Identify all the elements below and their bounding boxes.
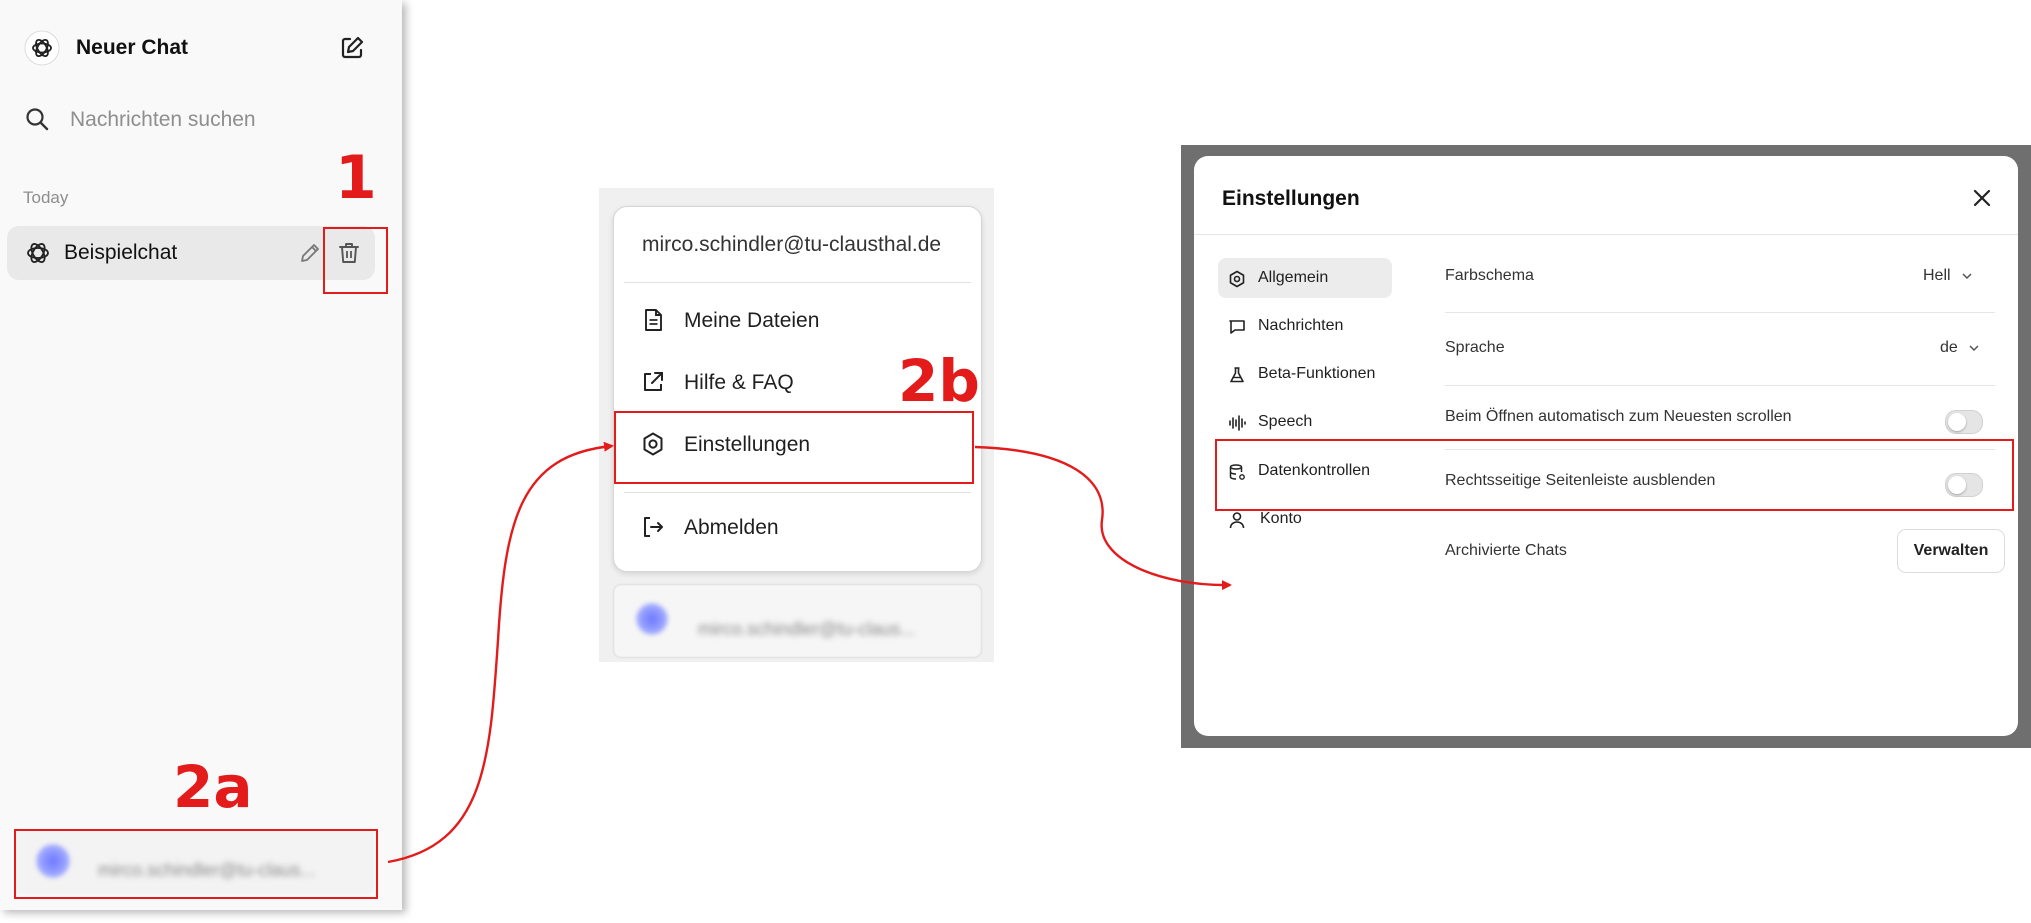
menu-item-files[interactable]: Meine Dateien bbox=[640, 300, 960, 340]
external-link-icon bbox=[644, 372, 663, 391]
arrow-to-menu bbox=[387, 441, 614, 864]
highlight-user-profile bbox=[14, 829, 378, 899]
file-icon bbox=[645, 309, 662, 331]
menu-item-label: Abmelden bbox=[684, 516, 779, 539]
chat-item[interactable]: Beispielchat bbox=[7, 226, 375, 280]
language-select[interactable]: de bbox=[1940, 339, 1980, 357]
nav-item-label: Beta-Funktionen bbox=[1258, 365, 1376, 382]
chevron-down-icon bbox=[1962, 273, 1972, 279]
user-profile-button[interactable]: mirco.schindler@tu-claus... bbox=[613, 584, 982, 658]
setting-divider bbox=[1445, 385, 1995, 386]
toggle-knob bbox=[1948, 413, 1966, 431]
new-chat-title[interactable]: Neuer Chat bbox=[76, 36, 188, 60]
openai-logo-icon bbox=[24, 30, 60, 66]
menu-email: mirco.schindler@tu-clausthal.de bbox=[642, 233, 942, 256]
setting-label-language: Sprache bbox=[1445, 339, 1505, 356]
nav-item-beta[interactable]: Beta-Funktionen bbox=[1218, 354, 1392, 394]
close-icon[interactable] bbox=[1971, 187, 1993, 209]
compose-icon[interactable] bbox=[338, 34, 366, 62]
step-label-2b: 2b bbox=[898, 347, 980, 415]
search-bar[interactable]: Nachrichten suchen bbox=[22, 100, 372, 140]
avatar bbox=[636, 603, 668, 635]
nav-item-messages[interactable]: Nachrichten bbox=[1218, 306, 1392, 346]
menu-item-label: Hilfe & FAQ bbox=[684, 371, 794, 394]
setting-label-archived-chats: Archivierte Chats bbox=[1445, 542, 1567, 559]
nav-item-label: Speech bbox=[1258, 413, 1313, 430]
sidebar-header: Neuer Chat bbox=[20, 26, 380, 70]
audio-wave-icon bbox=[1229, 415, 1246, 431]
search-icon bbox=[26, 108, 49, 131]
manage-archived-button[interactable]: Verwalten bbox=[1897, 529, 2005, 573]
menu-item-logout[interactable]: Abmelden bbox=[640, 507, 960, 547]
chat-item-label: Beispielchat bbox=[64, 241, 178, 264]
language-value: de bbox=[1940, 339, 1958, 356]
nav-item-speech[interactable]: Speech bbox=[1218, 402, 1392, 442]
menu-divider bbox=[624, 492, 971, 493]
step-label-1: 1 bbox=[335, 143, 377, 213]
flask-icon bbox=[1230, 367, 1244, 383]
dialog-divider bbox=[1194, 234, 2018, 235]
menu-divider bbox=[624, 282, 971, 283]
message-icon bbox=[1229, 320, 1245, 334]
openai-logo-icon bbox=[27, 243, 49, 263]
nav-item-label: Nachrichten bbox=[1258, 317, 1344, 334]
setting-label-color-scheme: Farbschema bbox=[1445, 267, 1534, 284]
setting-divider bbox=[1445, 312, 1995, 313]
gear-icon bbox=[1229, 270, 1245, 288]
user-icon bbox=[1229, 512, 1245, 529]
highlight-trash bbox=[323, 227, 388, 294]
menu-item-label: Meine Dateien bbox=[684, 309, 820, 332]
highlight-settings bbox=[614, 411, 974, 484]
search-placeholder: Nachrichten suchen bbox=[70, 108, 256, 131]
pencil-icon[interactable] bbox=[298, 241, 322, 265]
color-scheme-select[interactable]: Hell bbox=[1923, 267, 1973, 285]
section-today: Today bbox=[23, 188, 69, 207]
nav-item-label: Konto bbox=[1260, 510, 1302, 527]
color-scheme-value: Hell bbox=[1923, 267, 1951, 284]
user-email-blurred: mirco.schindler@tu-claus... bbox=[698, 619, 916, 639]
auto-scroll-toggle[interactable] bbox=[1945, 410, 1983, 434]
step-label-2a: 2a bbox=[173, 753, 253, 821]
chevron-down-icon bbox=[1969, 345, 1979, 351]
setting-label-auto-scroll: Beim Öffnen automatisch zum Neuesten scr… bbox=[1445, 408, 1792, 425]
dialog-title: Einstellungen bbox=[1222, 187, 1360, 210]
nav-item-general[interactable]: Allgemein bbox=[1218, 258, 1392, 298]
highlight-hide-sidebar-row bbox=[1215, 439, 2014, 511]
logout-icon bbox=[644, 517, 663, 537]
nav-item-label: Allgemein bbox=[1258, 269, 1329, 286]
